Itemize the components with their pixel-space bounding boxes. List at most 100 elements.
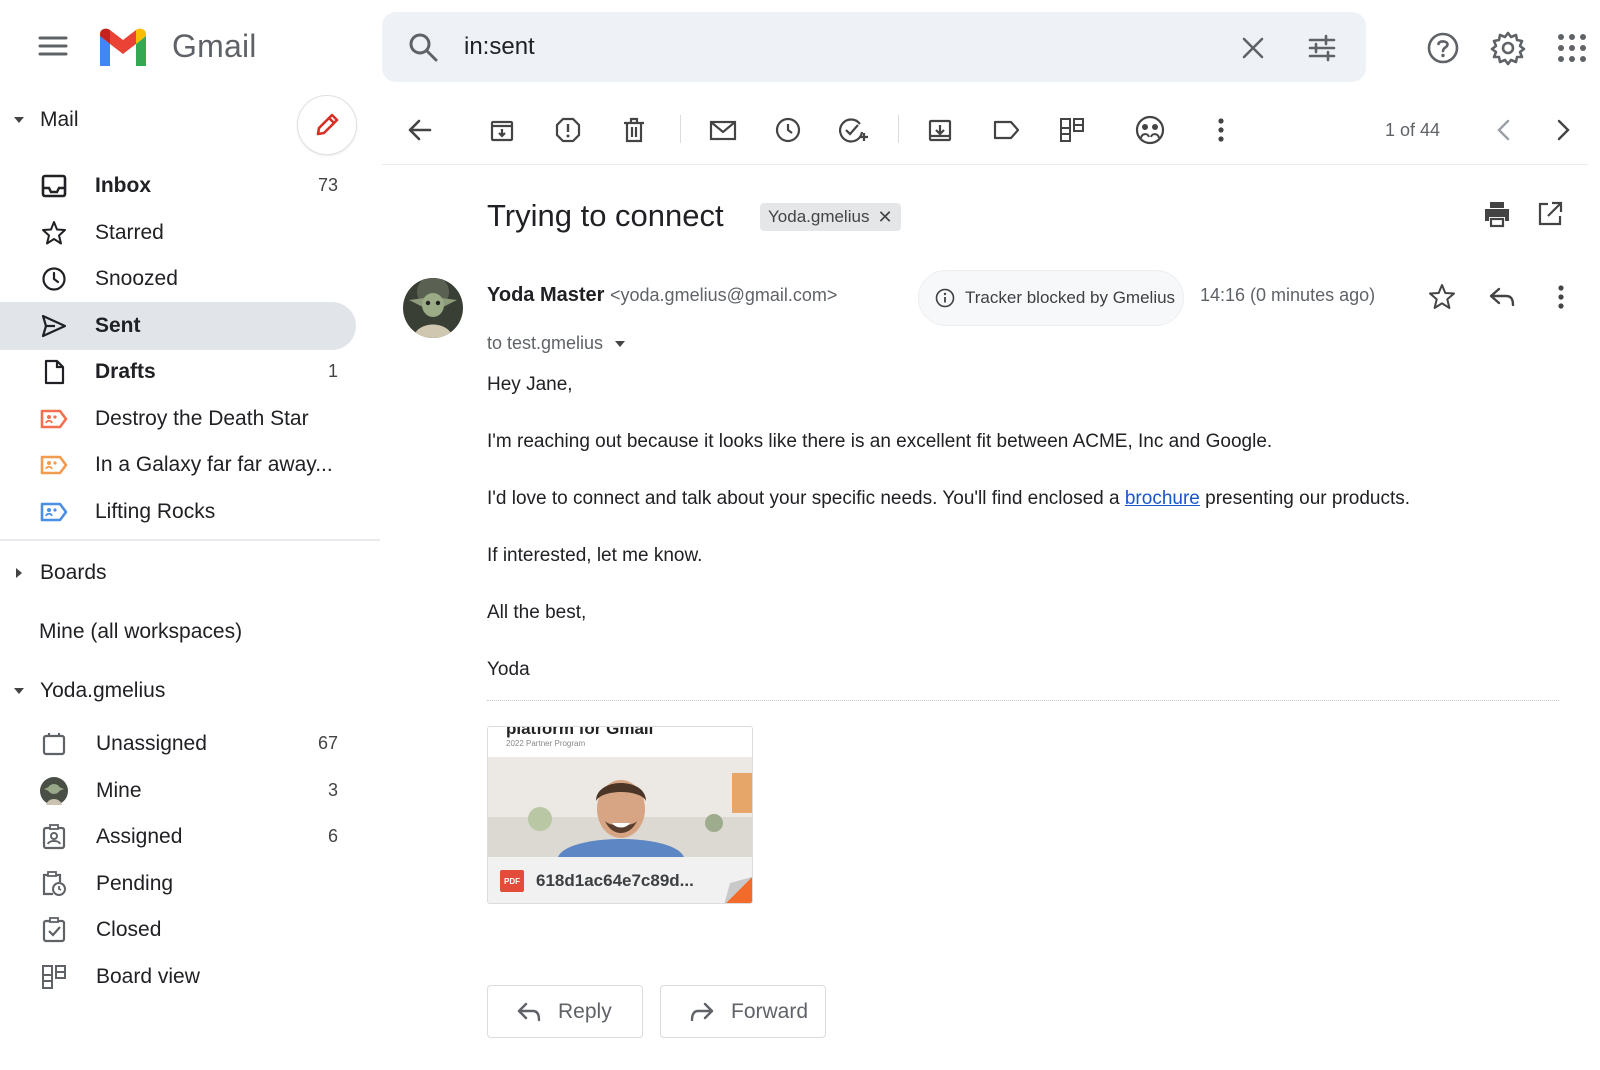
sidebar-item-label: Starred — [95, 221, 164, 244]
compose-button[interactable] — [297, 95, 357, 155]
sidebar-item-snoozed[interactable]: Snoozed — [0, 255, 356, 303]
body-paragraph-3: If interested, let me know. — [487, 545, 703, 566]
add-to-tasks-icon[interactable] — [836, 112, 872, 148]
reply-arrow-icon — [517, 1002, 541, 1021]
label-tag-icon[interactable] — [988, 112, 1024, 148]
attachment-footer: PDF 618d1ac64e7c89d... — [488, 857, 752, 903]
pagination-text: 1 of 44 — [1385, 120, 1441, 140]
search-bar[interactable]: in:sent — [382, 12, 1366, 82]
help-icon[interactable] — [1423, 28, 1463, 68]
next-chevron-icon[interactable] — [1545, 112, 1581, 148]
sender-avatar[interactable] — [403, 278, 463, 338]
sidebar-item-inbox[interactable]: Inbox 73 — [0, 162, 356, 210]
attachment-preview-header: platform for Gmail 2022 Partner Program — [488, 727, 752, 757]
sidebar-item-galaxy-far-away[interactable]: In a Galaxy far far away... — [0, 441, 356, 489]
search-input[interactable]: in:sent — [464, 33, 535, 61]
sender-line[interactable]: Yoda Master <yoda.gmelius@gmail.com> — [487, 284, 837, 307]
sidebar-item-label: Snoozed — [95, 267, 178, 290]
sidebar-item-label: Closed — [96, 918, 162, 941]
sidebar-item-board-view[interactable]: Board view — [0, 953, 356, 1001]
sidebar-item-label: In a Galaxy far far away... — [95, 453, 333, 476]
message-timestamp: 14:16 (0 minutes ago) — [1200, 285, 1376, 305]
workspace-label: Yoda.gmelius — [40, 679, 166, 702]
pencil-icon — [316, 113, 339, 136]
caret-right-icon — [16, 568, 22, 578]
snooze-clock-icon[interactable] — [770, 112, 806, 148]
forward-label: Forward — [731, 999, 809, 1023]
sidebar-item-unassigned[interactable]: Unassigned 67 — [0, 720, 356, 768]
caret-down-icon — [14, 117, 24, 123]
settings-gear-icon[interactable] — [1488, 28, 1528, 68]
print-icon[interactable] — [1482, 200, 1512, 228]
body-signoff: All the best, — [487, 602, 587, 623]
sidebar-item-label: Sent — [95, 314, 141, 337]
archive-icon[interactable] — [484, 112, 520, 148]
mark-unread-envelope-icon[interactable] — [705, 112, 741, 148]
attachment-preview-image — [488, 757, 752, 857]
sidebar-item-sent[interactable]: Sent — [0, 302, 356, 350]
board-view-icon[interactable] — [1054, 112, 1090, 148]
label-icon — [40, 451, 68, 479]
reply-button[interactable]: Reply — [487, 985, 643, 1038]
remove-label-icon[interactable]: ✕ — [877, 207, 892, 228]
back-arrow-icon[interactable] — [402, 112, 438, 148]
inbox-icon — [40, 172, 68, 200]
app-brand: Gmail — [172, 28, 257, 64]
clear-search-icon[interactable] — [1238, 33, 1268, 63]
search-icon[interactable] — [406, 30, 440, 64]
sidebar-item-lifting-rocks[interactable]: Lifting Rocks — [0, 488, 356, 536]
info-icon — [935, 288, 955, 308]
gmail-logo-icon[interactable] — [96, 26, 150, 70]
sidebar-item-starred[interactable]: Starred — [0, 209, 356, 257]
delete-trash-icon[interactable] — [616, 112, 652, 148]
sidebar-item-label: Pending — [96, 872, 174, 895]
label-icon — [40, 405, 68, 433]
boards-section-toggle[interactable]: Boards — [12, 561, 107, 585]
sidebar-item-closed[interactable]: Closed — [0, 906, 356, 954]
move-to-icon[interactable] — [922, 112, 958, 148]
more-vertical-icon[interactable] — [1203, 112, 1239, 148]
boards-label: Boards — [40, 561, 107, 584]
body-text: presenting our products. — [1199, 488, 1411, 509]
sender-name[interactable]: Yoda Master — [487, 284, 604, 306]
reply-arrow-icon[interactable] — [1488, 283, 1516, 311]
label-chip[interactable]: Yoda.gmelius ✕ — [760, 203, 901, 231]
main-menu-icon[interactable] — [32, 26, 72, 66]
sidebar-item-assigned[interactable]: Assigned 6 — [0, 813, 356, 861]
reply-label: Reply — [558, 999, 612, 1023]
gmelius-sharing-icon[interactable] — [1132, 112, 1168, 148]
mine-all-workspaces-link[interactable]: Mine (all workspaces) — [39, 620, 242, 644]
recipients-toggle[interactable]: to test.gmelius — [487, 333, 627, 354]
attachment-filename: 618d1ac64e7c89d... — [536, 871, 694, 890]
sidebar-item-pending[interactable]: Pending — [0, 860, 356, 908]
item-count: 3 — [327, 780, 338, 800]
star-message-icon[interactable] — [1428, 283, 1456, 311]
item-count: 6 — [327, 826, 338, 846]
forward-button[interactable]: Forward — [660, 985, 826, 1038]
open-in-new-window-icon[interactable] — [1536, 200, 1564, 228]
item-count: 67 — [317, 733, 338, 753]
message-more-icon[interactable] — [1556, 284, 1566, 310]
board-view-icon — [40, 963, 68, 991]
apps-grid-icon[interactable] — [1552, 28, 1592, 68]
email-subject: Trying to connect — [487, 198, 724, 233]
label-chip-text: Yoda.gmelius — [768, 207, 870, 226]
attachment-card[interactable]: platform for Gmail 2022 Partner Program … — [487, 726, 753, 904]
sidebar-item-destroy-the-death-star[interactable]: Destroy the Death Star — [0, 395, 356, 443]
report-spam-icon[interactable] — [550, 112, 586, 148]
mail-section-toggle[interactable]: Mail — [12, 108, 79, 132]
unassigned-icon — [40, 730, 68, 758]
attachment-doc-subtitle: 2022 Partner Program — [506, 739, 586, 748]
toolbar-separator — [680, 115, 681, 143]
sidebar-item-label: Drafts — [95, 360, 156, 383]
search-options-icon[interactable] — [1306, 32, 1338, 64]
send-icon — [40, 312, 68, 340]
sidebar-item-drafts[interactable]: Drafts 1 — [0, 348, 356, 396]
previous-chevron-icon[interactable] — [1486, 112, 1522, 148]
pdf-file-icon: PDF — [500, 870, 524, 892]
sidebar-item-mine[interactable]: Mine 3 — [0, 767, 356, 815]
workspace-section-toggle[interactable]: Yoda.gmelius — [12, 679, 165, 703]
tracker-blocked-badge[interactable]: Tracker blocked by Gmelius — [918, 270, 1184, 326]
draft-count: 1 — [327, 361, 338, 381]
brochure-link[interactable]: brochure — [1125, 488, 1200, 509]
